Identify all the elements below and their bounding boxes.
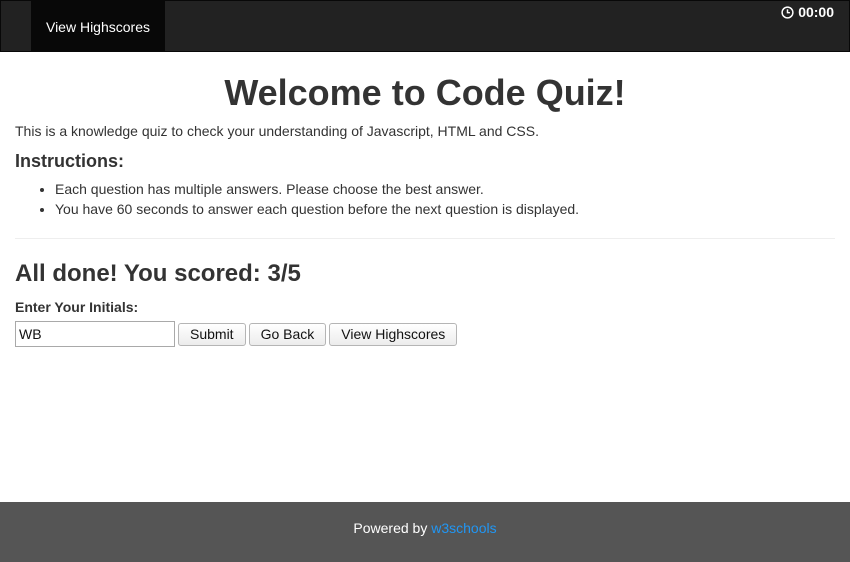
score-heading: All done! You scored: 3/5 <box>15 260 301 287</box>
w3schools-link[interactable]: w3schools <box>431 520 496 536</box>
timer-value: 00:00 <box>798 4 834 20</box>
view-highscores-button[interactable]: View Highscores <box>329 322 458 346</box>
instructions-heading: Instructions: <box>15 151 125 171</box>
main-content: Welcome to Code Quiz! This is a knowledg… <box>15 50 835 347</box>
instructions-list: Each question has multiple answers. Plea… <box>15 179 835 219</box>
submit-button[interactable]: Submit <box>178 322 246 346</box>
footer: Powered by w3schools <box>0 502 850 562</box>
view-highscores-link[interactable]: View Highscores <box>31 1 165 51</box>
go-back-button[interactable]: Go Back <box>248 322 327 346</box>
instruction-item: Each question has multiple answers. Plea… <box>55 179 835 199</box>
initials-form: Submit Go Back View Highscores <box>15 321 835 347</box>
divider <box>15 238 835 239</box>
instruction-item: You have 60 seconds to answer each quest… <box>55 199 835 219</box>
initials-label: Enter Your Initials: <box>15 299 139 315</box>
navbar: View Highscores 00:00 <box>0 0 850 52</box>
initials-input[interactable] <box>15 321 175 347</box>
intro-text: This is a knowledge quiz to check your u… <box>15 123 539 139</box>
clock-icon <box>781 5 794 19</box>
timer: 00:00 <box>781 4 834 20</box>
page-title: Welcome to Code Quiz! <box>224 72 626 113</box>
powered-by-text: Powered by <box>353 520 428 536</box>
